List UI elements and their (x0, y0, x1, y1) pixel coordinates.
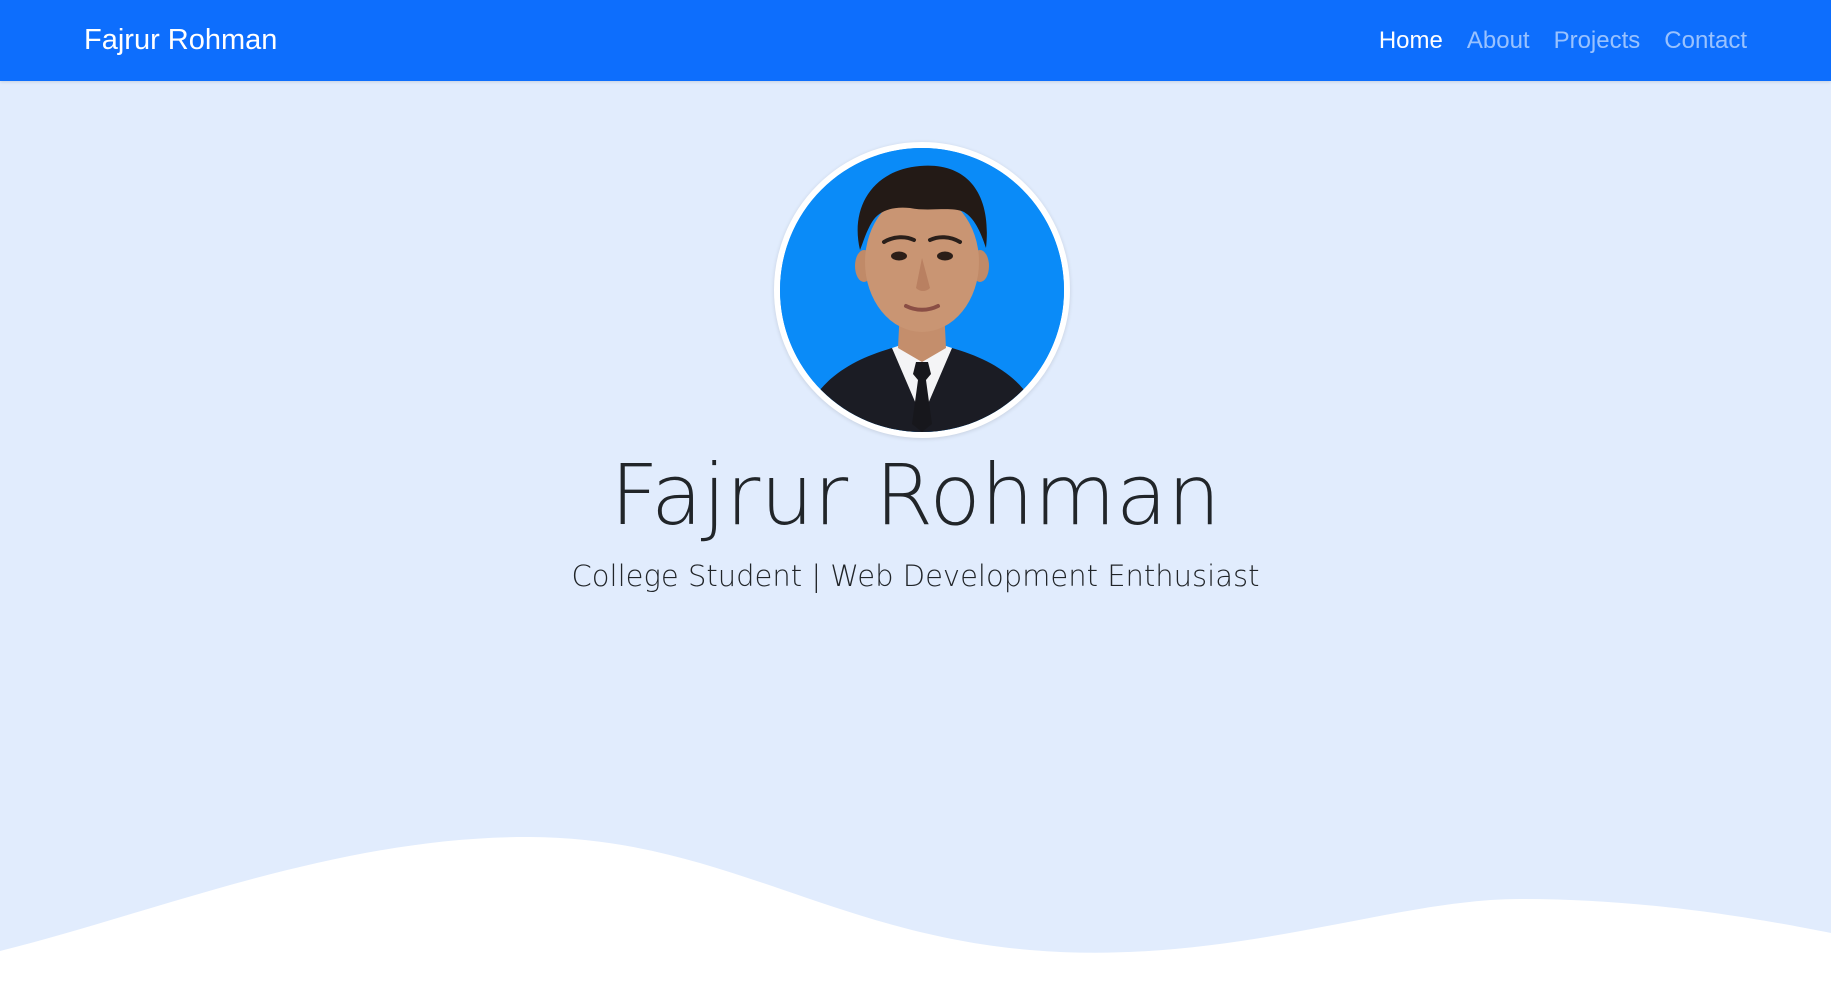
profile-photo-icon (780, 148, 1064, 432)
nav-link-contact[interactable]: Contact (1664, 27, 1747, 55)
brand-link[interactable]: Fajrur Rohman (84, 0, 277, 81)
hero-subtitle: College Student | Web Development Enthus… (571, 559, 1260, 593)
hero-name: Fajrur Rohman (610, 446, 1221, 544)
nav-link-projects[interactable]: Projects (1554, 27, 1641, 55)
hero-section: Fajrur Rohman College Student | Web Deve… (0, 81, 1831, 1001)
profile-avatar (774, 142, 1070, 438)
navbar: Fajrur Rohman Home About Projects Contac… (0, 0, 1831, 81)
nav-link-home[interactable]: Home (1379, 27, 1443, 55)
nav-link-about[interactable]: About (1467, 27, 1530, 55)
nav-links: Home About Projects Contact (1379, 0, 1747, 81)
